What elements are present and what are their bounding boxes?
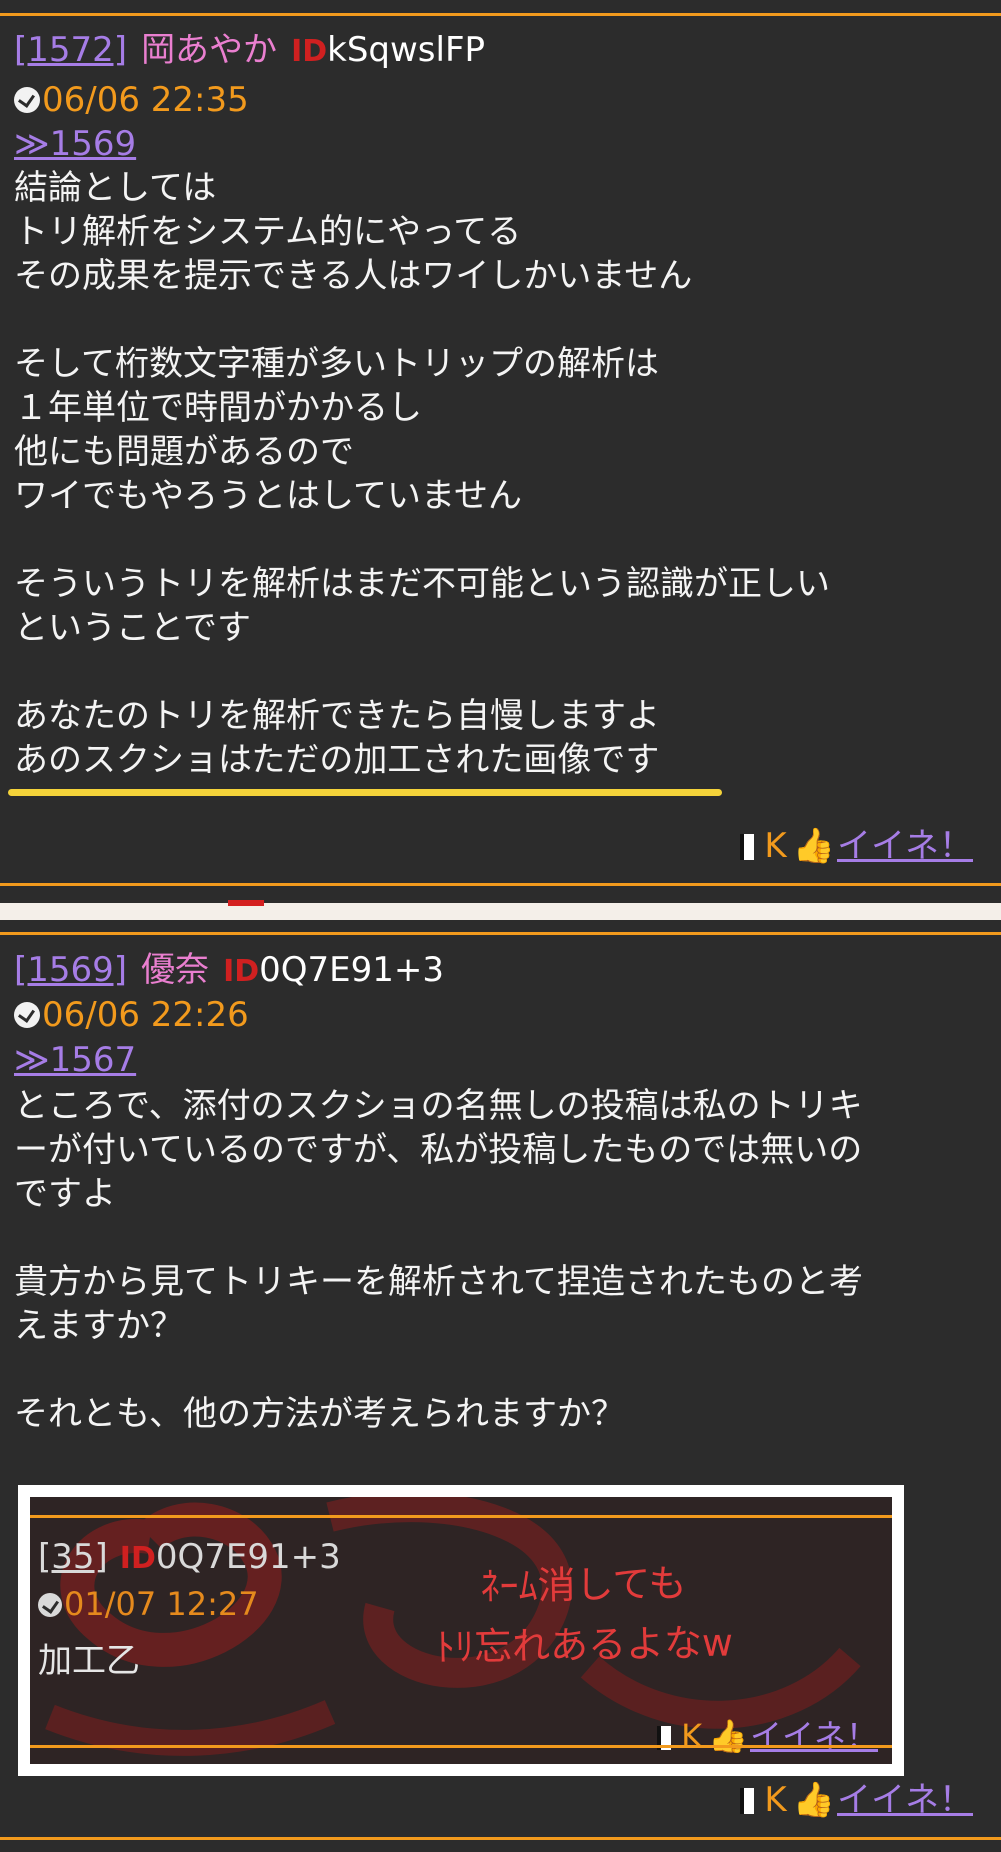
poster-name: 優奈 (141, 950, 210, 990)
embedded-datetime-text: 01/07 12:27 (64, 1585, 259, 1623)
mobile-phone-icon (740, 834, 755, 860)
embedded-like-text: イイネ！ (749, 1717, 878, 1755)
post-header: [1572] 岡あやか IDkSqwslFP (14, 30, 485, 72)
post-footer: K 👍イイネ！ (740, 826, 973, 866)
overlay-handwritten-text: ﾈｰﾑ消しても ﾄﾘ忘れあるよなw (373, 1551, 795, 1678)
embedded-trip-code: 0Q7E91+3 (155, 1537, 341, 1577)
post-datetime: 06/06 22:26 (14, 995, 249, 1035)
embedded-datetime: 01/07 12:27 (38, 1585, 259, 1623)
embedded-trip-id-icon: ID (119, 1541, 156, 1576)
embedded-post-body: 加工乙 (38, 1641, 140, 1681)
post-bottom-rule (0, 883, 1001, 886)
reply-anchor-link[interactable]: ≫1567 (14, 1040, 136, 1080)
overlay-line-2: ﾄﾘ忘れあるよなw (435, 1620, 734, 1670)
post-top-rule (0, 932, 1001, 935)
post-footer: K 👍イイネ！ (740, 1780, 973, 1820)
post-1572: [1572] 岡あやか IDkSqwslFP 06/06 22:35 ≫1569 結… (0, 0, 1001, 903)
trip-code: 0Q7E91+3 (259, 950, 445, 990)
trip-id-icon: ID (223, 954, 260, 989)
res-number-link[interactable]: [1572] (14, 30, 127, 70)
post-body: 結論としては トリ解析をシステム的にやってる その成果を提示できる人はワイしかい… (14, 168, 830, 780)
clock-icon (38, 1593, 62, 1617)
clock-icon (14, 1002, 40, 1028)
post-datetime: 06/06 22:35 (14, 80, 249, 120)
embedded-res-number: [35] (38, 1537, 108, 1577)
mobile-phone-icon (740, 1788, 755, 1814)
embedded-bottom-rule (30, 1745, 892, 1748)
post-top-rule (0, 13, 1001, 16)
post-body: ところで、添付のスクショの名無しの投稿は私のトリキ ーが付いているのですが、私が… (14, 1086, 863, 1434)
embedded-post-footer: K 👍イイネ！ (657, 1711, 878, 1757)
thumbs-up-icon[interactable]: 👍 (793, 1780, 835, 1820)
separator-mark (228, 900, 264, 906)
clock-icon (14, 87, 40, 113)
post-bottom-rule (0, 1837, 1001, 1840)
embedded-top-rule (30, 1515, 892, 1518)
datetime-text: 06/06 22:35 (42, 80, 249, 120)
k-label: K (764, 826, 787, 866)
thumbs-up-icon: 👍 (708, 1717, 748, 1755)
overlay-line-1: ﾈｰﾑ消しても (480, 1561, 687, 1609)
k-label: K (681, 1717, 703, 1755)
trip-id-icon: ID (291, 34, 328, 69)
trip-code: kSqwslFP (327, 30, 486, 70)
poster-name: 岡あやか (141, 30, 278, 70)
post-separator (0, 903, 1001, 920)
datetime-text: 06/06 22:26 (42, 995, 249, 1035)
k-label: K (764, 1780, 787, 1820)
post-header: [1569] 優奈 ID0Q7E91+3 (14, 950, 444, 992)
embedded-post-header: [35] ID0Q7E91+3 (38, 1537, 341, 1577)
like-button[interactable]: イイネ！ (837, 1780, 973, 1820)
res-number-link[interactable]: [1569] (14, 950, 127, 990)
highlight-underline (8, 789, 722, 796)
like-button[interactable]: イイネ！ (837, 826, 973, 866)
attached-screenshot[interactable]: [35] ID0Q7E91+3 01/07 12:27 加工乙 ﾈｰﾑ消しても ﾄ… (18, 1485, 904, 1776)
thumbs-up-icon[interactable]: 👍 (793, 826, 835, 866)
reply-anchor-link[interactable]: ≫1569 (14, 124, 136, 164)
